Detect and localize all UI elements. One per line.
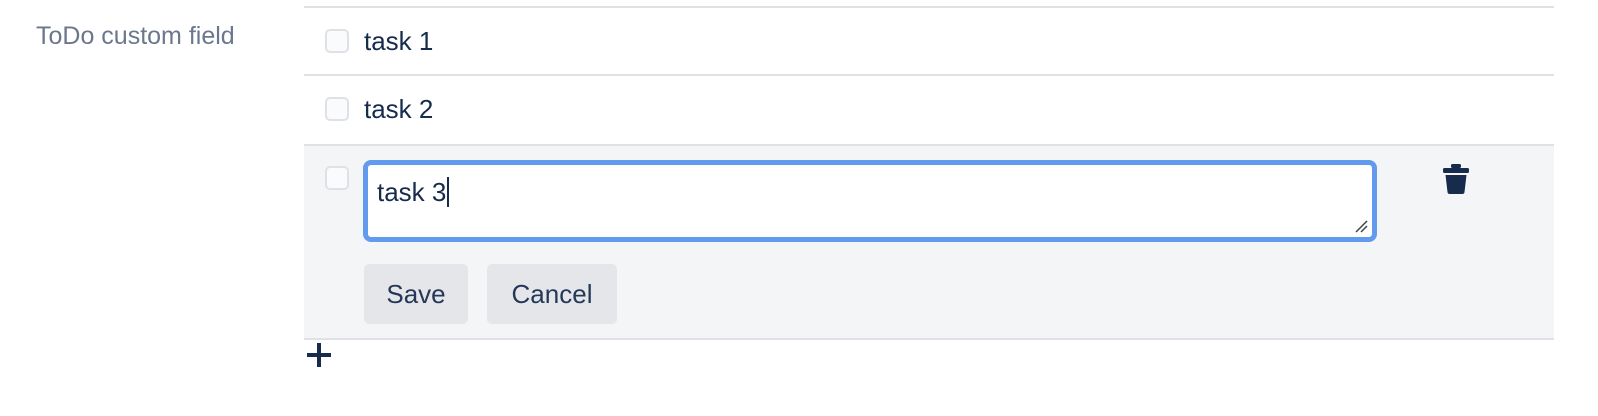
plus-icon[interactable] (304, 340, 334, 370)
text-caret (447, 177, 450, 207)
todo-item: task 2 (304, 76, 1554, 144)
todo-field-page: ToDo custom field task 1 task 2 task 3 S… (0, 0, 1598, 416)
task-checkbox[interactable] (325, 29, 349, 53)
todo-item-editing: task 3 Save Cancel (304, 146, 1554, 338)
task-text[interactable]: task 1 (364, 23, 433, 59)
field-label: ToDo custom field (36, 22, 235, 50)
task-checkbox[interactable] (325, 97, 349, 121)
divider (304, 338, 1554, 340)
todo-item: task 1 (304, 8, 1554, 74)
todo-list: task 1 task 2 task 3 Save Cancel (304, 0, 1554, 340)
resize-grip-icon[interactable] (1354, 219, 1368, 233)
cancel-button[interactable]: Cancel (487, 264, 617, 324)
save-button[interactable]: Save (364, 264, 468, 324)
task-text[interactable]: task 2 (364, 91, 433, 127)
task-edit-textarea[interactable]: task 3 (363, 160, 1377, 242)
trash-icon[interactable] (1442, 164, 1470, 194)
task-checkbox[interactable] (325, 166, 349, 190)
task-edit-value: task 3 (377, 177, 447, 207)
